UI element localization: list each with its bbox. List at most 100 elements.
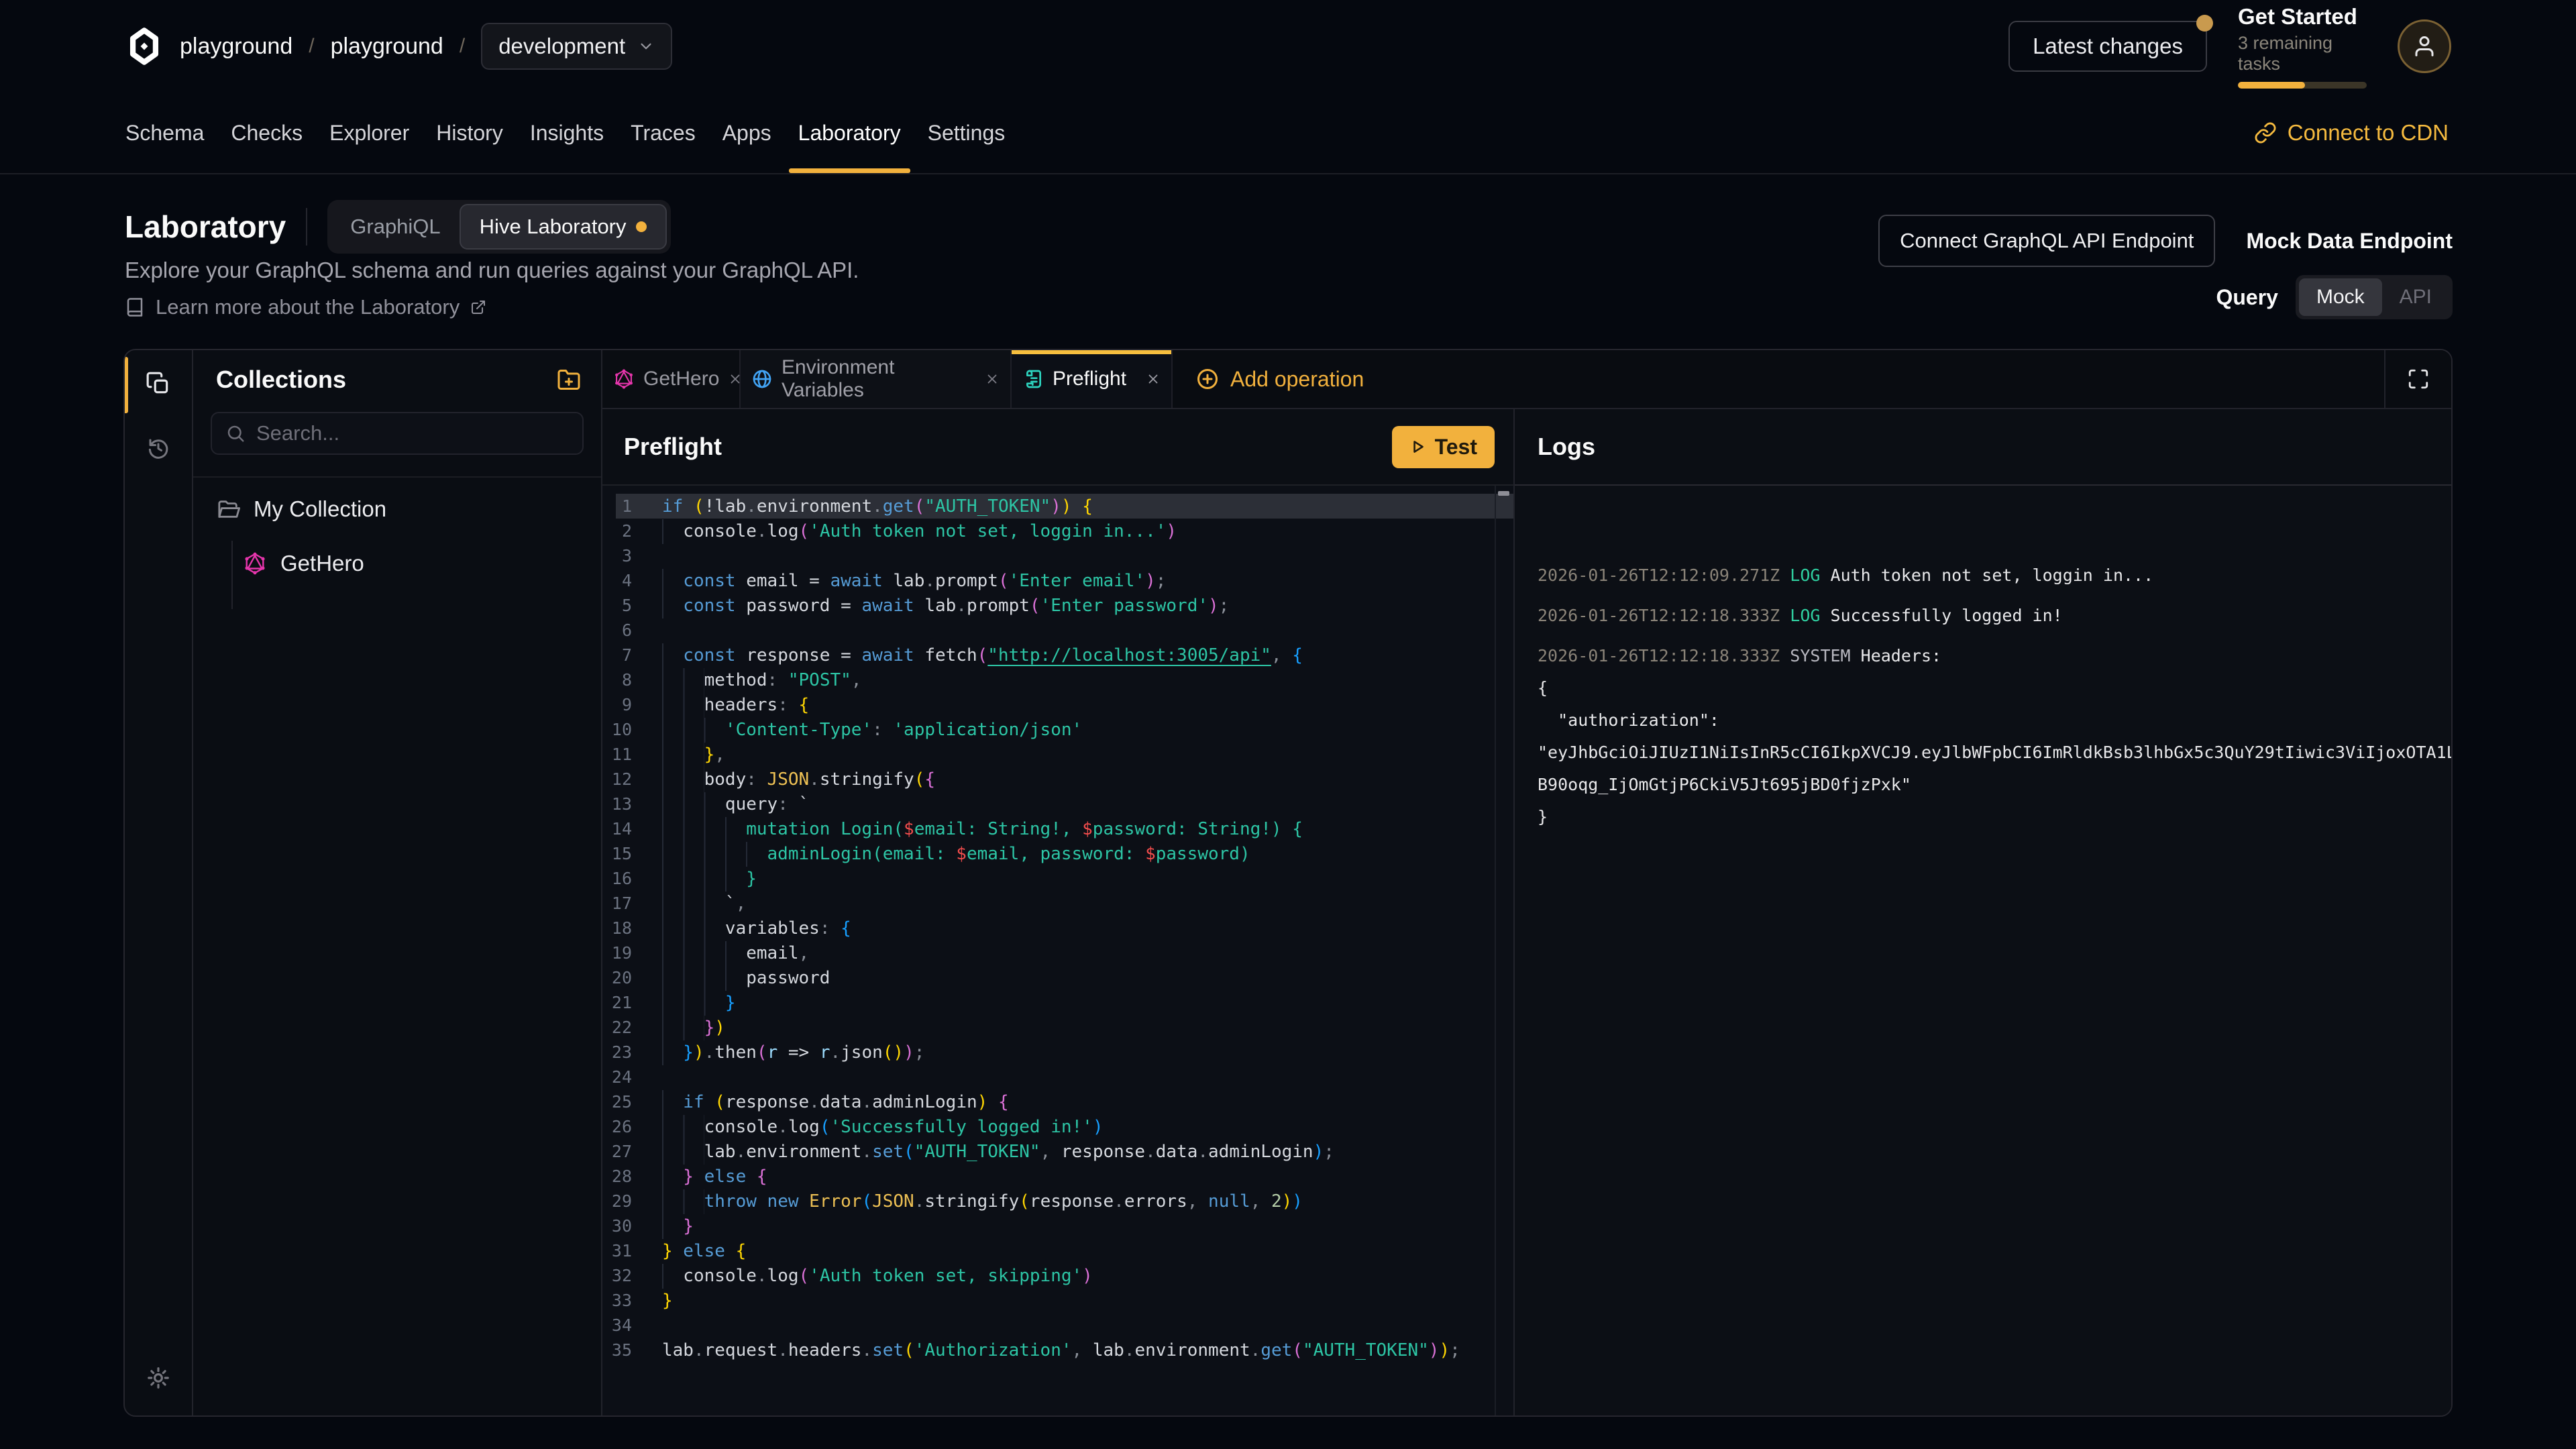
breadcrumb-separator: / [460,35,465,58]
nav-item-checks[interactable]: Checks [217,93,316,173]
editor-overview-ruler[interactable] [1495,486,1513,1415]
collections-title: Collections [216,366,346,394]
add-operation-button[interactable]: Add operation [1195,350,1364,408]
add-collection-button[interactable] [557,368,581,392]
tab-label: Preflight [1053,368,1126,390]
code-line: 11 }, [602,742,1513,767]
latest-changes-button[interactable]: Latest changes [2008,21,2207,72]
nav-item-history[interactable]: History [423,93,517,173]
breadcrumb-org[interactable]: playground [180,34,292,60]
code-line: 10 'Content-Type': 'application/json' [602,717,1513,742]
nav-item-explorer[interactable]: Explorer [316,93,423,173]
avatar[interactable] [2398,19,2451,73]
code-line: 8 method: "POST", [602,667,1513,692]
code-line: 32 console.log('Auth token set, skipping… [602,1263,1513,1288]
nav-item-traces[interactable]: Traces [617,93,709,173]
overview-ruler-mark [1498,491,1509,496]
nav-tabs: SchemaChecksExplorerHistoryInsightsTrace… [0,93,2576,174]
collections-search-input[interactable]: Search... [211,412,584,455]
gear-icon [146,1365,171,1391]
play-icon [1409,438,1427,455]
book-icon [125,297,145,317]
test-button[interactable]: Test [1392,426,1495,468]
code-line: 16 } [602,866,1513,891]
laboratory-panel: Collections Search... My Collection GetH… [123,349,2453,1417]
learn-more-label: Learn more about the Laboratory [156,295,460,319]
tab-environment-variables[interactable]: Environment Variables [741,350,1012,408]
connect-to-cdn-label: Connect to CDN [2288,120,2449,146]
rail-settings-button[interactable] [125,1346,192,1410]
code-line: 33} [602,1288,1513,1313]
divider [306,208,307,246]
fullscreen-button[interactable] [2384,350,2451,408]
close-icon[interactable] [985,372,1000,386]
icon-rail [125,350,193,1415]
hive-logo-icon[interactable] [125,27,164,66]
logs-title: Logs [1538,433,1595,461]
operation-label: GetHero [280,551,364,576]
latest-changes-label: Latest changes [2033,34,2183,58]
target-selector[interactable]: development [481,23,672,70]
code-line: 21 } [602,990,1513,1015]
folder-open-icon [217,498,240,521]
code-line: 14 mutation Login($email: String!, $pass… [602,816,1513,841]
code-line: 30 } [602,1214,1513,1238]
laboratory-header: Laboratory GraphiQL Hive Laboratory [125,200,671,254]
code-line: 2 console.log('Auth token not set, loggi… [602,519,1513,543]
logs-panel[interactable]: 2026-01-26T12:12:09.271Z LOG Auth token … [1515,486,2451,1415]
test-button-label: Test [1435,435,1477,460]
tree-guide-line [231,541,233,609]
code-line: 24 [602,1065,1513,1089]
endpoint-mode-row: Query Mock API [2216,275,2453,319]
get-started-progress-fill [2238,82,2305,89]
nav-item-apps[interactable]: Apps [709,93,785,173]
toggle-hive-laboratory[interactable]: Hive Laboratory [460,204,667,250]
endpoint-mode-toggle: Mock API [2296,275,2453,319]
preflight-code-editor[interactable]: 1if (!lab.environment.get("AUTH_TOKEN"))… [602,486,1515,1415]
code-line: 18 variables: { [602,916,1513,941]
log-entry: 2026-01-26T12:12:09.271Z LOG Auth token … [1538,559,2428,592]
log-entries: 2026-01-26T12:12:09.271Z LOG Auth token … [1538,559,2428,833]
rail-collections-button[interactable] [125,352,192,416]
tab-preflight[interactable]: Preflight [1012,350,1173,408]
graphql-icon [613,368,635,390]
learn-more-link[interactable]: Learn more about the Laboratory [125,295,486,319]
tab-label: Environment Variables [782,356,976,402]
operation-item-gethero[interactable]: GetHero [243,545,364,582]
code-line: 34 [602,1313,1513,1338]
toggle-graphiql[interactable]: GraphiQL [331,205,459,248]
code-line: 29 throw new Error(JSON.stringify(respon… [602,1189,1513,1214]
nav-item-schema[interactable]: Schema [112,93,217,173]
mode-api[interactable]: API [2382,278,2449,316]
header-left: playground / playground / development [125,0,672,93]
external-link-icon [470,299,486,315]
code-line: 26 console.log('Successfully logged in!'… [602,1114,1513,1139]
collections-sidebar: Collections Search... My Collection GetH… [193,350,602,1415]
rail-history-button[interactable] [125,416,192,480]
get-started-widget[interactable]: Get Started 3 remaining tasks [2238,4,2367,89]
connect-api-endpoint-button[interactable]: Connect GraphQL API Endpoint [1878,215,2215,267]
header-right: Latest changes Get Started 3 remaining t… [2008,0,2451,93]
code-line: 27 lab.environment.set("AUTH_TOKEN", res… [602,1139,1513,1164]
tab-gethero[interactable]: GetHero [602,350,741,408]
history-icon [146,436,170,460]
divider [193,476,601,478]
get-started-progressbar [2238,82,2367,89]
code-line: 5 const password = await lab.prompt('Ent… [602,593,1513,618]
code-line: 4 const email = await lab.prompt('Enter … [602,568,1513,593]
breadcrumb-project[interactable]: playground [331,34,443,60]
code-line: 9 headers: { [602,692,1513,717]
log-entry: 2026-01-26T12:12:18.333Z LOG Successfull… [1538,600,2428,632]
notification-dot [2196,15,2213,32]
mode-mock[interactable]: Mock [2299,278,2382,316]
page-title: Laboratory [125,209,286,245]
nav-item-laboratory[interactable]: Laboratory [785,93,914,173]
nav-item-settings[interactable]: Settings [914,93,1019,173]
nav-item-insights[interactable]: Insights [517,93,617,173]
connect-to-cdn-link[interactable]: Connect to CDN [2254,93,2449,173]
code-line: 23 }).then(r => r.json()); [602,1040,1513,1065]
code-line: 35lab.request.headers.set('Authorization… [602,1338,1513,1362]
collection-folder-item[interactable]: My Collection [217,496,386,522]
editor-tabbar: GetHero Environment Variables Preflight … [602,350,2451,409]
close-icon[interactable] [1146,372,1161,386]
